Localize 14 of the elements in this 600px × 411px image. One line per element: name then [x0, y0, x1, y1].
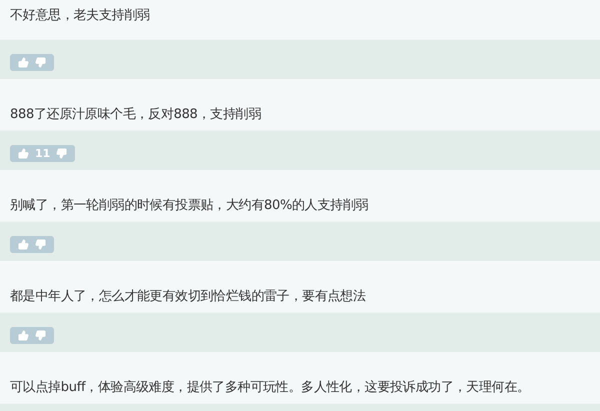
like-icon[interactable] — [18, 330, 29, 341]
comment-text: 可以点掉buff，体验高级难度，提供了多种可玩性。多人性化，这要投诉成功了，天理何在。 — [10, 380, 530, 395]
comment-text: 都是中年人了，怎么才能更有效切到恰烂钱的雷子，要有点想法 — [10, 289, 366, 304]
dislike-icon[interactable] — [56, 148, 68, 159]
like-count: 11 — [35, 147, 50, 160]
dislike-icon[interactable] — [35, 239, 46, 250]
like-icon[interactable] — [18, 57, 29, 68]
dislike-icon[interactable] — [35, 57, 46, 68]
comment-text: 888了还原汁原味个毛，反对888，支持削弱 — [10, 107, 262, 122]
comment-text: 别喊了，第一轮削弱的时候有投票贴，大约有80%的人支持削弱 — [10, 198, 368, 213]
like-icon[interactable] — [18, 239, 29, 250]
dislike-icon[interactable] — [35, 330, 46, 341]
comment-text: 不好意思，老夫支持削弱 — [10, 8, 150, 23]
like-icon[interactable] — [18, 148, 29, 159]
